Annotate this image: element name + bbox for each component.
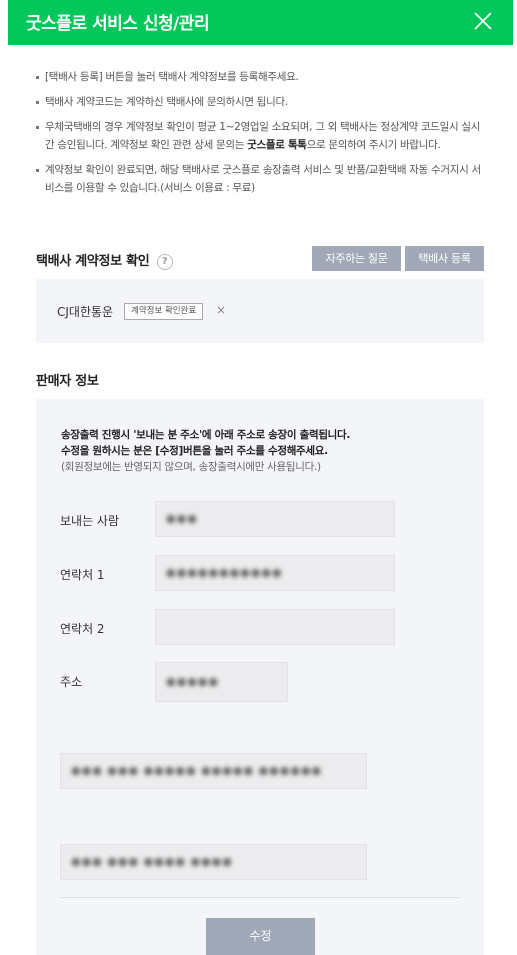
- sender-field[interactable]: ●●●: [155, 501, 395, 537]
- phone1-value: ●●●●●●●●●●●: [166, 566, 283, 579]
- notice-list: [택배사 등록] 버튼을 눌러 택배사 계약정보를 등록해주세요. 택배사 계약…: [36, 68, 484, 204]
- help-icon[interactable]: ?: [156, 254, 173, 270]
- contract-title-text: 택배사 계약정보 확인: [36, 254, 150, 269]
- address-line2-field[interactable]: ●●● ●●● ●●●● ●●●●: [60, 844, 367, 880]
- seller-intro-line3: (회원정보에는 반영되지 않으며, 송장출력시에만 사용됩니다.): [61, 461, 321, 473]
- zipcode-field[interactable]: ●●●●●: [155, 662, 288, 702]
- courier-register-button[interactable]: 택배사 등록: [405, 246, 484, 271]
- remove-courier-icon[interactable]: ×: [216, 303, 226, 317]
- seller-intro-line2: 수정을 원하시는 분은 [수정]버튼을 눌러 주소를 수정해주세요.: [61, 445, 328, 457]
- seller-intro: 송장출력 진행시 '보내는 분 주소'에 아래 주소로 송장이 출력됩니다. 수…: [61, 427, 471, 475]
- address-line2-value: ●●● ●●● ●●●● ●●●●: [71, 855, 233, 868]
- phone1-label: 연락처 1: [60, 568, 105, 582]
- contract-status-badge: 계약정보 확인완료: [124, 303, 204, 320]
- sender-label: 보내는 사람: [60, 514, 120, 528]
- address-line1-field[interactable]: ●●● ●●● ●●●●● ●●●●● ●●●●●● ●●●●●: [60, 753, 367, 789]
- courier-list: CJ대한통운 계약정보 확인완료 ×: [36, 279, 484, 343]
- notice-item: 택배사 계약코드는 계약하신 택배사에 문의하시면 됩니다.: [36, 93, 484, 111]
- faq-button[interactable]: 자주하는 질문: [312, 246, 401, 271]
- zipcode-value: ●●●●●: [166, 675, 219, 688]
- edit-button[interactable]: 수정: [206, 918, 315, 955]
- phone1-field[interactable]: ●●●●●●●●●●●: [155, 555, 395, 591]
- seller-info-panel: 송장출력 진행시 '보내는 분 주소'에 아래 주소로 송장이 출력됩니다. 수…: [36, 399, 484, 955]
- courier-name: CJ대한통운: [57, 305, 114, 319]
- divider: [60, 897, 460, 898]
- address-line1-value: ●●● ●●● ●●●●● ●●●●● ●●●●●● ●●●●●: [71, 764, 323, 777]
- sender-value: ●●●: [166, 512, 198, 525]
- dialog-title: 굿스플로 서비스 신청/관리: [26, 14, 210, 34]
- notice-item: 계약정보 확인이 완료되면, 해당 택배사로 굿스플로 송장출력 서비스 및 반…: [36, 161, 484, 197]
- phone2-field[interactable]: [155, 609, 395, 645]
- close-icon[interactable]: [471, 9, 495, 33]
- seller-intro-line1: 송장출력 진행시 '보내는 분 주소'에 아래 주소로 송장이 출력됩니다.: [61, 429, 351, 441]
- seller-section-title: 판매자 정보: [36, 374, 99, 389]
- address-label: 주소: [60, 675, 83, 689]
- contract-section-title: 택배사 계약정보 확인 ?: [36, 250, 173, 270]
- phone2-label: 연락처 2: [60, 622, 105, 636]
- notice-item: 우체국택배의 경우 계약정보 확인이 평균 1~2영업일 소요되며, 그 외 택…: [36, 118, 484, 154]
- dialog-header: 굿스플로 서비스 신청/관리: [8, 0, 513, 45]
- notice-item: [택배사 등록] 버튼을 눌러 택배사 계약정보를 등록해주세요.: [36, 68, 484, 86]
